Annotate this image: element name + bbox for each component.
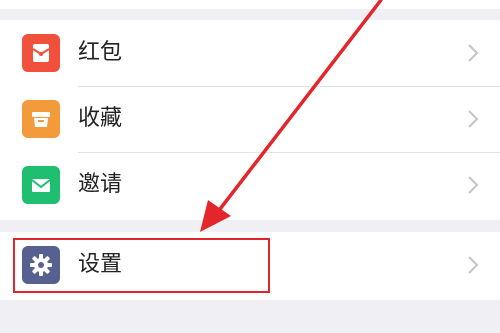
chevron-right-icon <box>468 44 479 62</box>
menu-item-favorites[interactable]: 收藏 <box>0 86 500 152</box>
section-gap <box>0 9 500 20</box>
menu-item-label: 邀请 <box>78 172 123 197</box>
menu-item-label: 红包 <box>78 40 123 65</box>
menu-group: 红包 收藏 邀请 <box>0 20 500 220</box>
menu-item-label: 收藏 <box>78 106 123 131</box>
top-section-edge <box>0 0 500 9</box>
menu-item-red-envelope[interactable]: 红包 <box>0 20 500 86</box>
chevron-right-icon <box>468 110 479 128</box>
envelope-icon <box>22 166 60 204</box>
chevron-right-icon <box>468 256 479 274</box>
highlight-box-annotation <box>13 238 270 293</box>
chevron-right-icon <box>468 176 479 194</box>
menu-item-invite[interactable]: 邀请 <box>0 152 500 218</box>
favorites-box-icon <box>22 100 60 138</box>
red-envelope-icon <box>22 34 60 72</box>
